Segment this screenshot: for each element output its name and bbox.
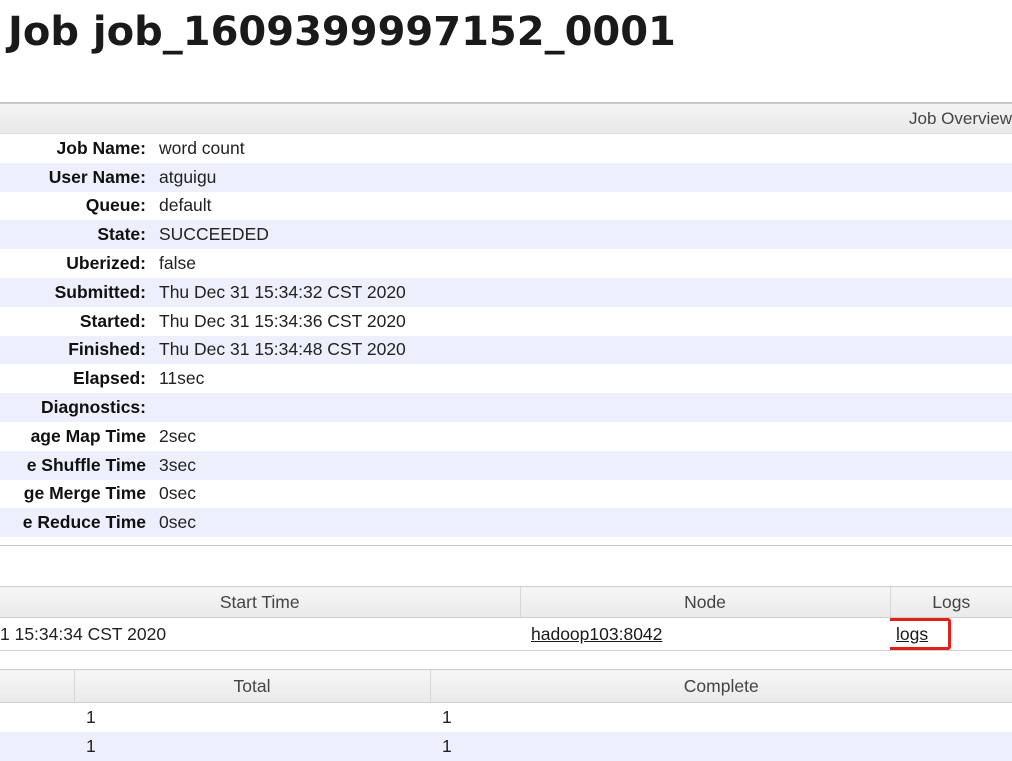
column-header-node[interactable]: Node bbox=[519, 586, 890, 618]
overview-key: Queue: bbox=[85, 195, 146, 216]
overview-value: 0sec bbox=[146, 479, 1012, 509]
column-header-logs[interactable]: Logs bbox=[889, 586, 1012, 618]
logs-highlight-box: logs bbox=[890, 618, 952, 650]
overview-row-uberized: Uberized: false bbox=[0, 249, 1012, 278]
task-total-cell: 1 bbox=[74, 732, 430, 761]
overview-key: Started: bbox=[79, 310, 146, 331]
overview-row-reduce-time: e Reduce Time 0sec bbox=[0, 508, 1012, 538]
job-overview-header: Job Overview bbox=[0, 102, 1012, 134]
task-total-cell: 1 bbox=[74, 702, 430, 732]
tasks-table: Total Complete 1 1 1 1 bbox=[0, 669, 1012, 761]
overview-value bbox=[146, 393, 1012, 422]
overview-value: atguigu bbox=[146, 162, 1012, 192]
overview-value: default bbox=[146, 191, 1012, 221]
page-title: Job job_1609399997152_0001 bbox=[8, 9, 676, 55]
overview-row-state: State: SUCCEEDED bbox=[0, 220, 1012, 250]
overview-row-elapsed: Elapsed: 11sec bbox=[0, 364, 1012, 394]
overview-value: 0sec bbox=[146, 508, 1012, 538]
column-header-start-time[interactable]: Start Time bbox=[0, 586, 520, 618]
attempt-start-time: 1 15:34:34 CST 2020 bbox=[0, 617, 520, 651]
overview-key: Uberized: bbox=[66, 253, 146, 274]
overview-row-queue: Queue: default bbox=[0, 191, 1012, 221]
overview-value: Thu Dec 31 15:34:32 CST 2020 bbox=[146, 277, 1012, 307]
job-overview-table: Job Name: word count User Name: atguigu Qu… bbox=[0, 134, 1012, 538]
overview-value: 2sec bbox=[146, 421, 1012, 451]
overview-value: false bbox=[146, 249, 1012, 278]
column-header-complete[interactable]: Complete bbox=[429, 669, 1012, 703]
table-row: 1 1 bbox=[0, 702, 1012, 732]
overview-row-started: Started: Thu Dec 31 15:34:36 CST 2020 bbox=[0, 306, 1012, 336]
overview-bottom-rule bbox=[0, 545, 1012, 547]
job-overview-panel: Job Overview Job Name: word count User Na… bbox=[0, 102, 1012, 547]
column-header-total[interactable]: Total bbox=[73, 669, 430, 703]
column-header-task-type[interactable] bbox=[0, 669, 74, 703]
overview-value: word count bbox=[146, 134, 1012, 163]
overview-value: 3sec bbox=[146, 450, 1012, 480]
overview-row-user-name: User Name: atguigu bbox=[0, 162, 1012, 192]
node-link[interactable]: hadoop103:8042 bbox=[531, 624, 662, 644]
task-type-cell bbox=[0, 732, 74, 761]
attempts-table: Start Time Node Logs 1 15:34:34 CST 2020… bbox=[0, 586, 1012, 651]
overview-row-job-name: Job Name: word count bbox=[0, 134, 1012, 163]
overview-value: 11sec bbox=[146, 364, 1012, 394]
overview-key: e Shuffle Time bbox=[26, 454, 146, 475]
overview-key: Submitted: bbox=[54, 281, 146, 302]
overview-key: Finished: bbox=[68, 339, 146, 360]
task-complete-cell: 1 bbox=[430, 732, 1012, 761]
overview-key: User Name: bbox=[48, 166, 146, 187]
overview-value: Thu Dec 31 15:34:36 CST 2020 bbox=[146, 306, 1012, 336]
task-complete-cell: 1 bbox=[430, 702, 1012, 732]
overview-row-merge-time: ge Merge Time 0sec bbox=[0, 479, 1012, 509]
table-row: 1 1 bbox=[0, 732, 1012, 761]
overview-row-finished: Finished: Thu Dec 31 15:34:48 CST 2020 bbox=[0, 335, 1012, 365]
overview-key: age Map Time bbox=[30, 425, 146, 446]
overview-key: ge Merge Time bbox=[23, 483, 146, 504]
overview-row-diagnostics: Diagnostics: bbox=[0, 393, 1012, 422]
overview-row-shuffle-time: e Shuffle Time 3sec bbox=[0, 450, 1012, 480]
overview-value: Thu Dec 31 15:34:48 CST 2020 bbox=[146, 335, 1012, 365]
overview-key: State: bbox=[97, 224, 146, 245]
task-type-cell bbox=[0, 702, 74, 732]
overview-row-map-time: age Map Time 2sec bbox=[0, 421, 1012, 451]
tasks-header-row: Total Complete bbox=[0, 669, 1012, 703]
logs-link[interactable]: logs bbox=[896, 624, 928, 644]
table-row: 1 15:34:34 CST 2020 hadoop103:8042 logs bbox=[0, 617, 1012, 651]
overview-value: SUCCEEDED bbox=[146, 220, 1012, 250]
overview-key: Job Name: bbox=[56, 137, 146, 158]
overview-key: Diagnostics: bbox=[40, 397, 146, 418]
overview-row-submitted: Submitted: Thu Dec 31 15:34:32 CST 2020 bbox=[0, 277, 1012, 307]
overview-key: e Reduce Time bbox=[22, 512, 146, 533]
overview-key: Elapsed: bbox=[73, 368, 146, 389]
attempts-header-row: Start Time Node Logs bbox=[0, 586, 1012, 618]
